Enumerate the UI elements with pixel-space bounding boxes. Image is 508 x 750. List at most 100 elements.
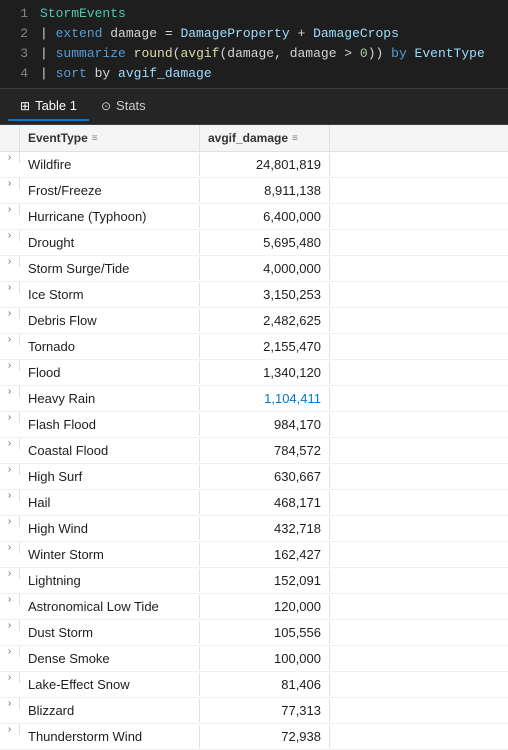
code-line: 3 | summarize round(avgif(damage, damage … — [0, 44, 508, 64]
avgif-cell: 105,556 — [200, 621, 330, 644]
avgif-cell: 1,104,411 — [200, 387, 330, 410]
row-expand-button[interactable]: › — [0, 594, 20, 605]
row-expand-button[interactable]: › — [0, 646, 20, 657]
table-row[interactable]: ›Wildfire24,801,819 — [0, 152, 508, 178]
row-expand-button[interactable]: › — [0, 672, 20, 683]
row-expand-button[interactable]: › — [0, 542, 20, 553]
table-row[interactable]: ›Thunderstorm Wind72,938 — [0, 724, 508, 750]
event-type-header[interactable]: EventType ≡ — [20, 125, 200, 151]
tabs-bar: ⊞ Table 1 ⊙ Stats — [0, 89, 508, 125]
tab-label: Stats — [116, 98, 146, 113]
row-expand-button[interactable]: › — [0, 308, 20, 319]
row-expand-button[interactable]: › — [0, 724, 20, 735]
line-number: 1 — [8, 4, 28, 24]
event-type-sort-icon: ≡ — [92, 133, 98, 144]
row-expand-button[interactable]: › — [0, 568, 20, 579]
line-content: | summarize round(avgif(damage, damage >… — [40, 44, 485, 64]
code-editor: 1StormEvents2| extend damage = DamagePro… — [0, 0, 508, 89]
event-type-cell: Lake-Effect Snow — [20, 673, 200, 696]
avgif-header[interactable]: avgif_damage ≡ — [200, 125, 330, 151]
table-row[interactable]: ›Flash Flood984,170 — [0, 412, 508, 438]
tab-icon: ⊙ — [101, 99, 111, 113]
row-expand-button[interactable]: › — [0, 620, 20, 631]
event-type-cell: Drought — [20, 231, 200, 254]
row-expand-button[interactable]: › — [0, 230, 20, 241]
avgif-cell: 81,406 — [200, 673, 330, 696]
avgif-cell: 162,427 — [200, 543, 330, 566]
avgif-cell: 4,000,000 — [200, 257, 330, 280]
table-row[interactable]: ›Ice Storm3,150,253 — [0, 282, 508, 308]
row-expand-button[interactable]: › — [0, 360, 20, 371]
avgif-cell: 468,171 — [200, 491, 330, 514]
row-expand-button[interactable]: › — [0, 412, 20, 423]
event-type-cell: Tornado — [20, 335, 200, 358]
row-expand-button[interactable]: › — [0, 334, 20, 345]
avgif-cell: 152,091 — [200, 569, 330, 592]
table-row[interactable]: ›Debris Flow2,482,625 — [0, 308, 508, 334]
event-type-cell: Storm Surge/Tide — [20, 257, 200, 280]
tab-icon: ⊞ — [20, 99, 30, 113]
avgif-cell: 630,667 — [200, 465, 330, 488]
event-type-cell: Blizzard — [20, 699, 200, 722]
row-expand-button[interactable]: › — [0, 152, 20, 163]
event-type-cell: Ice Storm — [20, 283, 200, 306]
table-row[interactable]: ›Storm Surge/Tide4,000,000 — [0, 256, 508, 282]
table-row[interactable]: ›Astronomical Low Tide120,000 — [0, 594, 508, 620]
line-number: 2 — [8, 24, 28, 44]
row-expand-button[interactable]: › — [0, 178, 20, 189]
table-row[interactable]: ›Tornado2,155,470 — [0, 334, 508, 360]
table-row[interactable]: ›Dense Smoke100,000 — [0, 646, 508, 672]
tab-label: Table 1 — [35, 98, 77, 113]
tab-stats[interactable]: ⊙ Stats — [89, 92, 158, 121]
row-expand-button[interactable]: › — [0, 386, 20, 397]
table-row[interactable]: ›High Surf630,667 — [0, 464, 508, 490]
tab-table-1[interactable]: ⊞ Table 1 — [8, 92, 89, 121]
table-row[interactable]: ›High Wind432,718 — [0, 516, 508, 542]
row-expand-button[interactable]: › — [0, 256, 20, 267]
line-content: | extend damage = DamageProperty + Damag… — [40, 24, 399, 44]
avgif-label: avgif_damage — [208, 131, 288, 145]
table-row[interactable]: ›Lake-Effect Snow81,406 — [0, 672, 508, 698]
event-type-label: EventType — [28, 131, 88, 145]
row-expand-button[interactable]: › — [0, 438, 20, 449]
table-row[interactable]: ›Heavy Rain1,104,411 — [0, 386, 508, 412]
line-number: 4 — [8, 64, 28, 84]
row-expand-button[interactable]: › — [0, 464, 20, 475]
row-expand-button[interactable]: › — [0, 698, 20, 709]
row-expand-button[interactable]: › — [0, 282, 20, 293]
event-type-cell: Winter Storm — [20, 543, 200, 566]
table-row[interactable]: ›Dust Storm105,556 — [0, 620, 508, 646]
event-type-cell: Wildfire — [20, 153, 200, 176]
event-type-cell: Hail — [20, 491, 200, 514]
table-row[interactable]: ›Flood1,340,120 — [0, 360, 508, 386]
event-type-cell: High Surf — [20, 465, 200, 488]
table-row[interactable]: ›Winter Storm162,427 — [0, 542, 508, 568]
event-type-cell: Astronomical Low Tide — [20, 595, 200, 618]
event-type-cell: Hurricane (Typhoon) — [20, 205, 200, 228]
table-row[interactable]: ›Frost/Freeze8,911,138 — [0, 178, 508, 204]
avgif-cell: 3,150,253 — [200, 283, 330, 306]
row-expand-button[interactable]: › — [0, 490, 20, 501]
table-row[interactable]: ›Hail468,171 — [0, 490, 508, 516]
line-number: 3 — [8, 44, 28, 64]
table-row[interactable]: ›Lightning152,091 — [0, 568, 508, 594]
table-row[interactable]: ›Drought5,695,480 — [0, 230, 508, 256]
avgif-cell: 784,572 — [200, 439, 330, 462]
event-type-cell: Thunderstorm Wind — [20, 725, 200, 748]
event-type-cell: Dust Storm — [20, 621, 200, 644]
table-header: EventType ≡ avgif_damage ≡ — [0, 125, 508, 152]
avgif-cell: 5,695,480 — [200, 231, 330, 254]
row-expand-button[interactable]: › — [0, 516, 20, 527]
results-table: EventType ≡ avgif_damage ≡ ›Wildfire24,8… — [0, 125, 508, 750]
event-type-cell: Flash Flood — [20, 413, 200, 436]
avgif-cell: 2,155,470 — [200, 335, 330, 358]
avgif-cell: 100,000 — [200, 647, 330, 670]
avgif-cell: 984,170 — [200, 413, 330, 436]
avgif-sort-icon: ≡ — [292, 133, 298, 144]
avgif-cell: 2,482,625 — [200, 309, 330, 332]
row-expand-button[interactable]: › — [0, 204, 20, 215]
avgif-cell: 120,000 — [200, 595, 330, 618]
table-row[interactable]: ›Blizzard77,313 — [0, 698, 508, 724]
table-row[interactable]: ›Coastal Flood784,572 — [0, 438, 508, 464]
table-row[interactable]: ›Hurricane (Typhoon)6,400,000 — [0, 204, 508, 230]
